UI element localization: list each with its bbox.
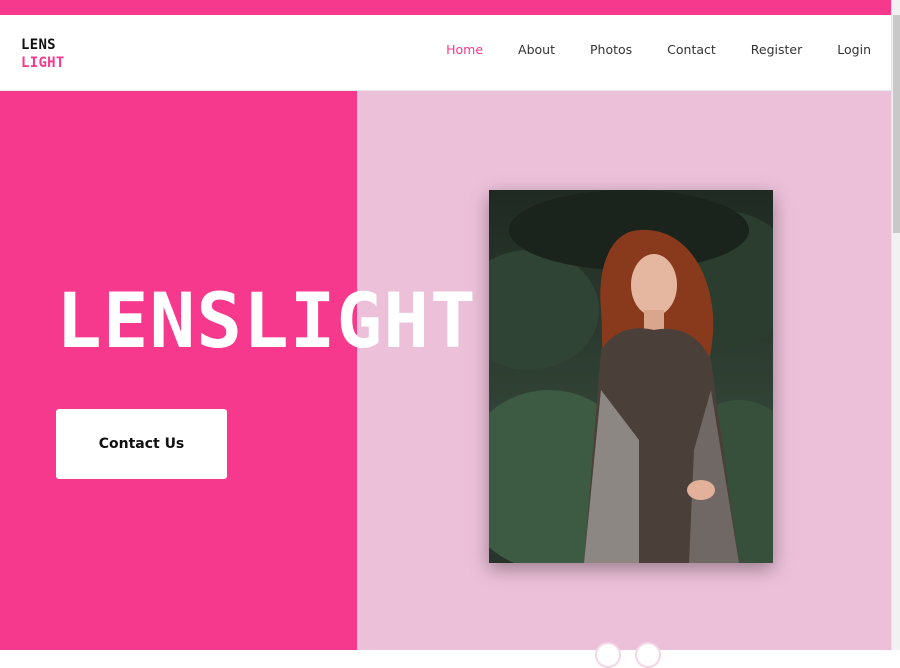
slider-dot-icon[interactable] — [595, 642, 621, 668]
hero-left-panel — [0, 91, 357, 650]
slider-dot-icon[interactable] — [635, 642, 661, 668]
site-header: LENS LIGHT Home About Photos Contact Reg… — [0, 15, 891, 91]
nav-link-contact[interactable]: Contact — [667, 42, 716, 57]
main-nav: Home About Photos Contact Register Login — [411, 42, 871, 57]
site-logo[interactable]: LENS LIGHT — [21, 36, 65, 72]
contact-us-button[interactable]: Contact Us — [56, 409, 227, 479]
hero-photo — [489, 190, 773, 563]
top-accent-bar — [0, 0, 891, 15]
portrait-photo-icon — [489, 190, 773, 563]
carousel-dots — [595, 642, 661, 668]
scrollbar-thumb[interactable] — [893, 15, 900, 233]
nav-link-register[interactable]: Register — [751, 42, 802, 57]
nav-link-login[interactable]: Login — [837, 42, 871, 57]
hero-title: LENSLIGHT — [56, 276, 477, 365]
logo-line-1: LENS — [21, 37, 56, 53]
logo-line-2: LIGHT — [21, 55, 65, 71]
nav-link-about[interactable]: About — [518, 42, 555, 57]
nav-link-photos[interactable]: Photos — [590, 42, 632, 57]
nav-link-home[interactable]: Home — [446, 42, 483, 57]
vertical-scrollbar[interactable] — [891, 0, 900, 650]
